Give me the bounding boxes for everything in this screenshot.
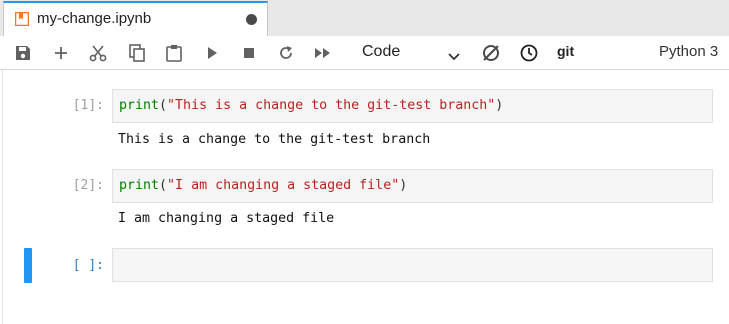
- insert-cell-button[interactable]: [48, 40, 74, 66]
- code-line: print("I am changing a staged file"): [119, 178, 407, 193]
- notebook-toolbar: Code git Python 3: [0, 36, 729, 70]
- tab-title: my-change.ipynb: [37, 10, 152, 27]
- active-cell-indicator: [24, 248, 32, 283]
- code-string: "This is a change to the git-test branch…: [167, 98, 496, 113]
- paste-button[interactable]: [161, 40, 187, 66]
- cell-output: This is a change to the git-test branch: [118, 132, 431, 147]
- unsaved-dot-icon[interactable]: [246, 14, 257, 25]
- scissors-icon: [89, 44, 107, 62]
- cut-button[interactable]: [85, 40, 111, 66]
- copy-icon: [129, 44, 145, 62]
- code-editor[interactable]: print("This is a change to the git-test …: [112, 89, 713, 123]
- cell-type-value: Code: [362, 43, 401, 60]
- git-button[interactable]: git: [557, 43, 574, 59]
- plus-icon: [53, 45, 69, 61]
- tab-bar: my-change.ipynb: [0, 0, 729, 37]
- code-paren-open: (: [159, 178, 168, 193]
- input-prompt: [2]:: [72, 178, 104, 193]
- restart-run-all-button[interactable]: [310, 40, 336, 66]
- code-builtin: print: [119, 98, 160, 113]
- panel-border: [2, 70, 3, 324]
- clock-icon: [520, 44, 538, 62]
- run-button[interactable]: [199, 40, 225, 66]
- play-icon: [205, 46, 219, 60]
- code-paren-close: ): [399, 178, 408, 193]
- save-button[interactable]: [10, 40, 36, 66]
- fast-forward-icon: [314, 46, 332, 60]
- code-paren-open: (: [159, 98, 168, 113]
- notebook-icon: [14, 11, 30, 27]
- save-icon: [15, 45, 31, 61]
- notebook-window: my-change.ipynb Code git Python 3 [1]: p…: [0, 0, 729, 324]
- input-prompt: [1]:: [72, 98, 104, 113]
- interrupt-button[interactable]: [236, 40, 262, 66]
- git-diff-button[interactable]: [478, 40, 504, 66]
- code-line: print("This is a change to the git-test …: [119, 98, 503, 113]
- kernel-name[interactable]: Python 3: [659, 43, 718, 60]
- code-editor[interactable]: print("I am changing a staged file"): [112, 169, 713, 203]
- paste-icon: [166, 44, 182, 62]
- restart-button[interactable]: [273, 40, 299, 66]
- code-editor[interactable]: [112, 248, 713, 282]
- chevron-down-icon: [448, 48, 460, 66]
- cell-type-select[interactable]: Code: [354, 40, 466, 66]
- git-diff-icon: [481, 43, 501, 63]
- restart-icon: [278, 45, 294, 61]
- history-button[interactable]: [516, 40, 542, 66]
- code-string: "I am changing a staged file": [167, 178, 400, 193]
- stop-icon: [243, 47, 255, 59]
- code-paren-close: ): [495, 98, 504, 113]
- copy-button[interactable]: [124, 40, 150, 66]
- input-prompt: [ ]:: [72, 258, 104, 273]
- code-builtin: print: [119, 178, 160, 193]
- notebook-tab[interactable]: my-change.ipynb: [3, 1, 268, 36]
- cell-output: I am changing a staged file: [118, 211, 335, 226]
